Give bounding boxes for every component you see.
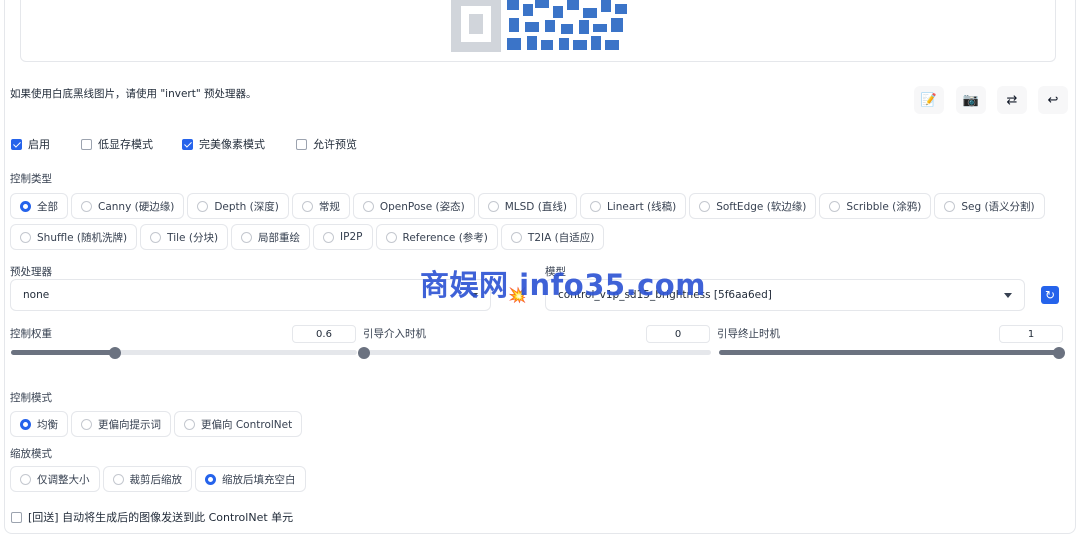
control-type-ip2p[interactable]: IP2P [313,224,373,250]
control-type-t2ia[interactable]: T2IA (自适应) [500,224,605,250]
refresh-icon[interactable]: ↻ [1041,286,1059,304]
guidance-start-slider[interactable] [358,346,711,359]
resize-mode-label: 缩放模式 [10,448,52,460]
resize-mode-fill[interactable]: 缩放后填充空白 [195,466,306,492]
loopback-checkbox[interactable]: [回送] 自动将生成后的图像发送到此 ControlNet 单元 [11,509,293,525]
radio-dot [184,418,195,430]
resize-mode-group: 仅调整大小 裁剪后缩放 缩放后填充空白 [10,466,306,492]
radio-dot [81,200,92,212]
control-type-lineart[interactable]: Lineart (线稿) [579,193,687,219]
slider-handle[interactable] [358,346,370,359]
guidance-end-label: 引导终止时机 [717,328,780,340]
control-type-inpaint[interactable]: 局部重绘 [231,224,311,250]
invert-hint: 如果使用白底黑线图片，请使用 "invert" 预处理器。 [10,88,257,100]
control-type-all[interactable]: 全部 [10,193,68,219]
camera-icon[interactable]: 📷 [956,86,986,114]
checkbox-box[interactable] [182,138,193,150]
radio-dot [20,200,31,212]
radio-dot [510,231,522,243]
chevron-down-icon [1004,293,1012,298]
guidance-start-label: 引导介入时机 [363,328,426,340]
watermark-text: 商娱网 info35.com [420,268,706,302]
control-type-label: 控制类型 [10,173,52,185]
control-type-seg[interactable]: Seg (语义分割) [934,193,1045,219]
control-weight-slider[interactable] [11,346,357,359]
send-arrow-icon[interactable]: ↩ [1038,86,1068,114]
preprocessor-value: none [23,289,50,301]
control-type-row2: Shuffle (随机洗牌) Tile (分块) 局部重绘 IP2P Refer… [10,224,605,250]
checkbox-box[interactable] [11,138,22,150]
control-weight-label: 控制权重 [10,328,52,340]
low-vram-checkbox[interactable]: 低显存模式 [81,136,153,152]
checkbox-box[interactable] [11,511,22,523]
pixel-perfect-checkbox[interactable]: 完美像素模式 [182,136,265,152]
control-type-reference[interactable]: Reference (参考) [375,224,498,250]
memo-icon[interactable]: 📝 [914,86,944,114]
control-mode-balanced[interactable]: 均衡 [10,411,68,437]
radio-dot [241,231,253,243]
control-mode-controlnet[interactable]: 更偏向 ControlNet [174,411,303,437]
control-type-tile[interactable]: Tile (分块) [140,224,229,250]
control-type-canny[interactable]: Canny (硬边缘) [71,193,185,219]
slider-handle[interactable] [1053,346,1065,359]
slider-fill [719,350,1059,355]
radio-dot [385,231,397,243]
resize-mode-crop[interactable]: 裁剪后缩放 [102,466,192,492]
resize-mode-just-resize[interactable]: 仅调整大小 [10,466,100,492]
radio-dot [944,200,956,212]
swap-icon[interactable]: ⇄ [997,86,1027,114]
control-mode-prompt[interactable]: 更偏向提示词 [71,411,171,437]
guidance-start-input[interactable]: 0 [646,325,710,343]
control-weight-input[interactable]: 0.6 [292,325,356,343]
radio-dot [112,473,124,485]
allow-preview-checkbox[interactable]: 允许预览 [296,136,357,152]
control-type-softedge[interactable]: SoftEdge (软边缘) [689,193,817,219]
radio-dot [20,231,31,243]
guidance-end-slider[interactable] [719,346,1065,359]
control-type-openpose[interactable]: OpenPose (姿态) [352,193,475,219]
enable-checkbox[interactable]: 启用 [11,136,50,152]
radio-dot [699,200,711,212]
radio-dot [20,473,31,485]
slider-fill [11,350,115,355]
control-mode-label: 控制模式 [10,392,52,404]
radio-dot [205,473,216,485]
radio-dot [81,418,92,430]
checkbox-box[interactable] [81,138,92,150]
radio-dot [323,231,335,243]
preprocessor-dropdown[interactable]: none [10,279,491,311]
control-type-shuffle[interactable]: Shuffle (随机洗牌) [10,224,138,250]
radio-dot [829,200,841,212]
radio-dot [150,231,162,243]
radio-dot [487,200,499,212]
control-type-mlsd[interactable]: MLSD (直线) [477,193,577,219]
radio-dot [301,200,313,212]
radio-dot [20,418,31,430]
control-type-row1: 全部 Canny (硬边缘) Depth (深度) 常规 OpenPose (姿… [10,193,1045,219]
radio-dot [589,200,601,212]
radio-dot [362,200,374,212]
guidance-end-input[interactable]: 1 [999,325,1063,343]
image-preview[interactable] [20,0,1056,62]
radio-dot [197,200,209,212]
qr-code-image [451,0,627,52]
control-type-normal[interactable]: 常规 [291,193,350,219]
control-type-scribble[interactable]: Scribble (涂鸦) [819,193,932,219]
preprocessor-label: 预处理器 [10,266,52,278]
control-mode-group: 均衡 更偏向提示词 更偏向 ControlNet [10,411,303,437]
control-type-depth[interactable]: Depth (深度) [187,193,289,219]
checkbox-box[interactable] [296,138,307,150]
slider-handle[interactable] [108,346,121,359]
